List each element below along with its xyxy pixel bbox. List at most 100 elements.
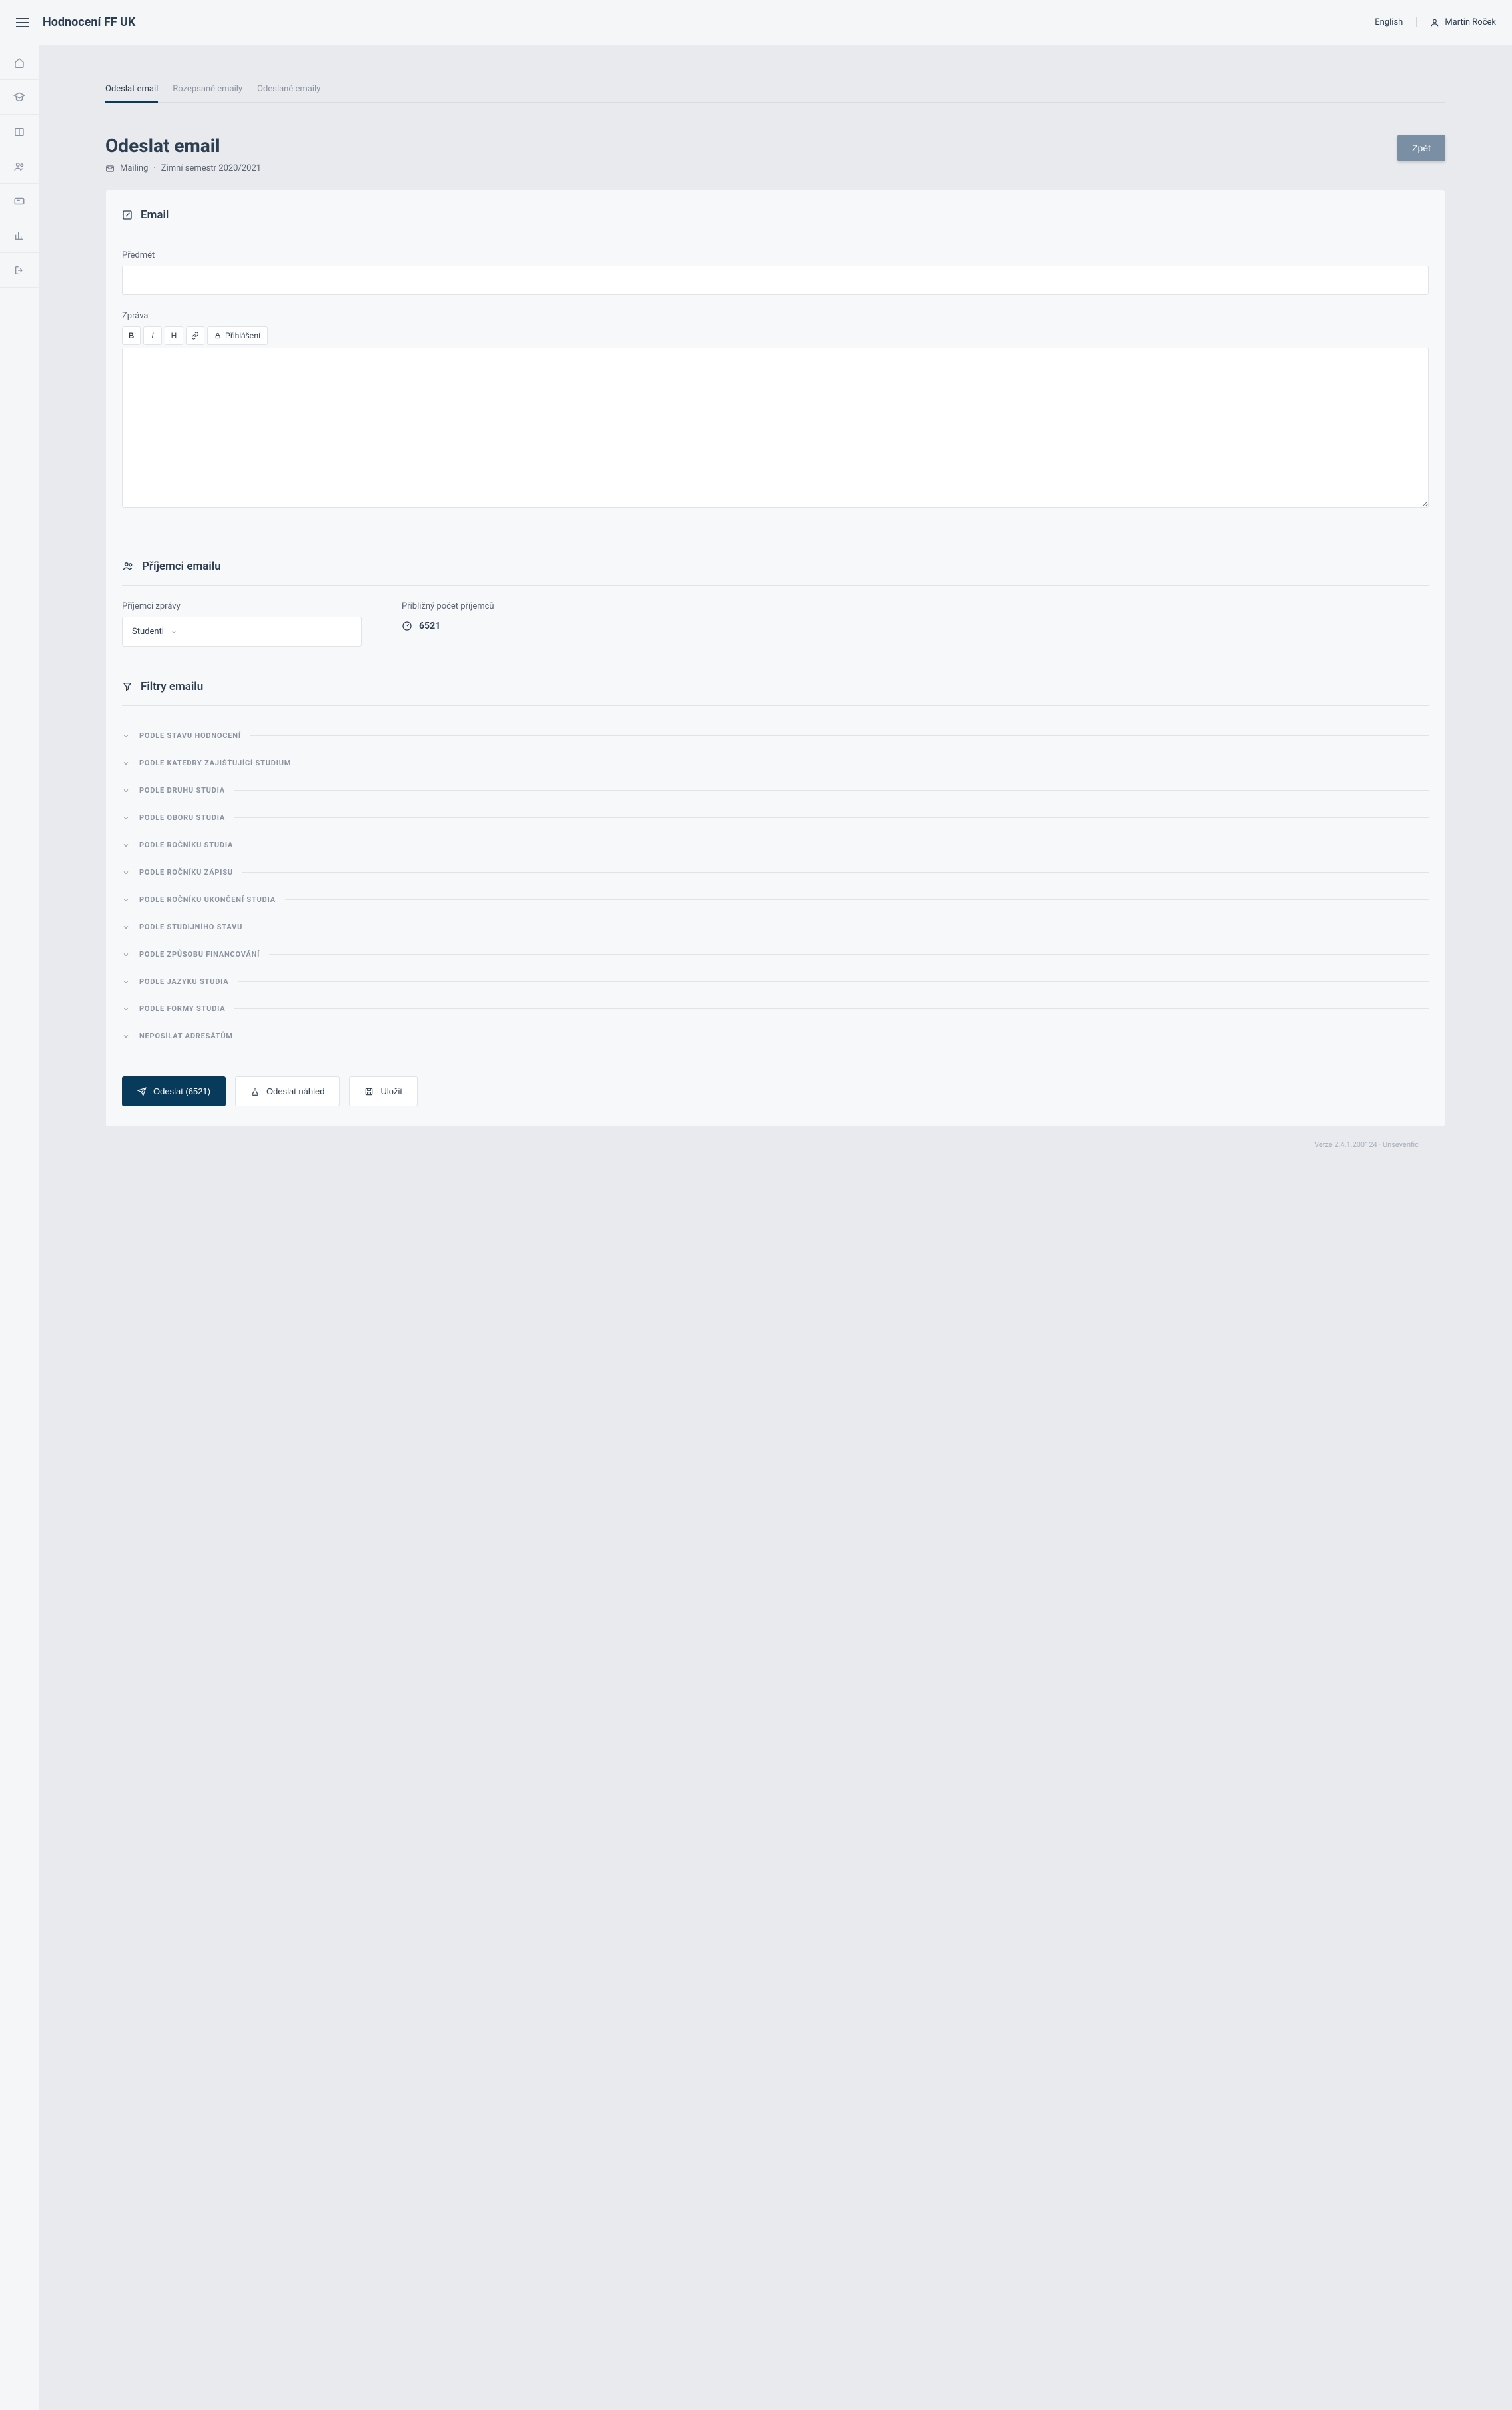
flask-icon <box>250 1087 260 1096</box>
tab-send-email[interactable]: Odeslat email <box>105 77 158 103</box>
recipients-select[interactable]: Studenti <box>122 617 362 647</box>
graduation-icon <box>13 91 25 103</box>
recipients-section-title: Příjemci emailu <box>142 560 221 573</box>
chevron-down-icon <box>122 869 130 877</box>
filter-item[interactable]: Podle ročníku studia <box>122 831 1429 859</box>
book-icon <box>14 127 25 137</box>
recipient-count: 6521 <box>419 621 440 631</box>
divider <box>238 981 1429 982</box>
breadcrumb: Mailing · Zimní semestr 2020/2021 <box>105 163 261 173</box>
sidebar-stats[interactable] <box>0 218 39 253</box>
user-menu[interactable]: Martin Roček <box>1430 17 1496 27</box>
filter-item[interactable]: Podle formy studia <box>122 995 1429 1022</box>
divider <box>234 1008 1429 1009</box>
breadcrumb-semester: Zimní semestr 2020/2021 <box>161 163 261 173</box>
divider <box>234 817 1429 818</box>
send-button[interactable]: Odeslat (6521) <box>122 1076 226 1106</box>
chevron-down-icon <box>122 896 130 904</box>
chevron-down-icon <box>171 629 177 635</box>
edit-icon <box>122 210 133 220</box>
link-icon <box>191 332 199 340</box>
divider <box>285 899 1429 900</box>
logout-icon <box>14 265 25 276</box>
email-section-title: Email <box>141 208 169 222</box>
tab-sent-emails[interactable]: Odeslané emaily <box>257 77 320 103</box>
divider <box>234 790 1429 791</box>
subject-label: Předmět <box>122 250 1429 260</box>
users-icon <box>13 161 25 173</box>
card-icon <box>13 195 25 207</box>
filters-section-head: Filtry emailu <box>122 680 1429 706</box>
tabs: Odeslat email Rozepsané emaily Odeslané … <box>105 77 1445 103</box>
chevron-down-icon <box>122 1032 130 1040</box>
divider <box>250 735 1429 736</box>
chart-icon <box>14 230 25 241</box>
italic-button[interactable]: I <box>143 326 162 345</box>
message-textarea[interactable] <box>122 348 1429 508</box>
filter-item[interactable]: Podle druhu studia <box>122 777 1429 804</box>
filter-icon <box>122 681 133 692</box>
preview-button[interactable]: Odeslat náhled <box>235 1076 340 1106</box>
filter-label: Podle studijního stavu <box>139 923 242 931</box>
email-section-head: Email <box>122 208 1429 234</box>
email-form-card: Email Předmět Zpráva B I H Přihláše <box>105 189 1445 1127</box>
chevron-down-icon <box>122 841 130 849</box>
lock-icon <box>214 332 221 339</box>
sidebar-logout[interactable] <box>0 253 39 288</box>
footer-version: Verze 2.4.1.200124 · Unseverific <box>105 1127 1445 1162</box>
filter-label: Podle ročníku ukončení studia <box>139 895 276 904</box>
filter-label: Podle formy studia <box>139 1004 225 1013</box>
recipients-label: Příjemci zprávy <box>122 602 362 611</box>
sidebar-home[interactable] <box>0 45 39 80</box>
action-buttons: Odeslat (6521) Odeslat náhled Uložit <box>122 1076 1429 1106</box>
menu-toggle-button[interactable] <box>16 16 29 29</box>
filter-label: Podle katedry zajišťující studium <box>139 759 291 767</box>
page-title: Odeslat email <box>105 135 261 157</box>
filter-label: Neposílat adresátům <box>139 1032 233 1040</box>
filter-label: Podle stavu hodnocení <box>139 731 241 740</box>
envelope-icon <box>105 164 115 173</box>
filter-item[interactable]: Podle stavu hodnocení <box>122 722 1429 749</box>
chevron-down-icon <box>122 787 130 795</box>
tab-draft-emails[interactable]: Rozepsané emaily <box>173 77 242 103</box>
link-button[interactable] <box>186 326 204 345</box>
filter-label: Podle způsobu financování <box>139 950 260 959</box>
recipients-section-head: Příjemci emailu <box>122 560 1429 586</box>
filter-item[interactable]: Podle ročníku ukončení studia <box>122 886 1429 913</box>
sidebar-users[interactable] <box>0 149 39 184</box>
sidebar-education[interactable] <box>0 80 39 115</box>
language-switch[interactable]: English <box>1375 17 1417 27</box>
filter-item[interactable]: Podle katedry zajišťující studium <box>122 749 1429 777</box>
filter-label: Podle druhu studia <box>139 786 225 795</box>
filters-list: Podle stavu hodnocení Podle katedry zaji… <box>122 722 1429 1050</box>
filter-item[interactable]: Podle ročníku zápisu <box>122 859 1429 886</box>
subject-input[interactable] <box>122 266 1429 295</box>
save-button[interactable]: Uložit <box>349 1076 418 1106</box>
app-header: Hodnocení FF UK English Martin Roček <box>0 0 1512 45</box>
send-icon <box>137 1087 147 1096</box>
message-label: Zpráva <box>122 311 1429 321</box>
sidebar-card[interactable] <box>0 184 39 218</box>
divider <box>269 954 1429 955</box>
chevron-down-icon <box>122 814 130 822</box>
group-icon <box>122 560 134 572</box>
login-placeholder-button[interactable]: Přihlášení <box>207 326 268 345</box>
save-icon <box>364 1087 374 1096</box>
filters-section-title: Filtry emailu <box>141 680 203 693</box>
bold-button[interactable]: B <box>122 326 141 345</box>
divider <box>242 872 1429 873</box>
filter-item[interactable]: Podle oboru studia <box>122 804 1429 831</box>
count-label: Přibližný počet příjemců <box>402 602 641 611</box>
filter-item[interactable]: Neposílat adresátům <box>122 1022 1429 1050</box>
main-content: Odeslat email Rozepsané emaily Odeslané … <box>39 45 1512 2410</box>
heading-button[interactable]: H <box>165 326 183 345</box>
chevron-down-icon <box>122 732 130 740</box>
filter-item[interactable]: Podle způsobu financování <box>122 941 1429 968</box>
sidebar <box>0 45 39 2410</box>
chevron-down-icon <box>122 978 130 986</box>
filter-item[interactable]: Podle studijního stavu <box>122 913 1429 941</box>
filter-item[interactable]: Podle jazyku studia <box>122 968 1429 995</box>
home-icon <box>14 57 25 68</box>
sidebar-book[interactable] <box>0 115 39 149</box>
back-button[interactable]: Zpět <box>1397 135 1445 161</box>
